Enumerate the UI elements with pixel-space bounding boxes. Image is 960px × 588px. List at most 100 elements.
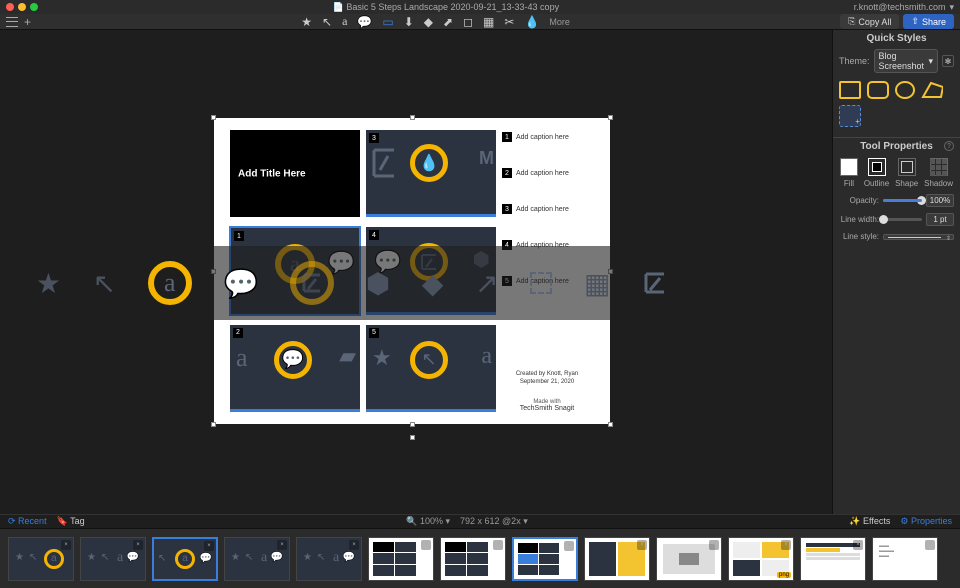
- floating-tool-overlay: ★ ↖ a 💬 ⬢ ◆ ↗ ▦: [0, 246, 704, 320]
- theme-dropdown[interactable]: Blog Screenshot▾: [874, 49, 938, 73]
- rotate-handle[interactable]: [410, 435, 415, 440]
- selection-tool[interactable]: ◻: [463, 15, 473, 29]
- resize-handle[interactable]: [608, 422, 613, 427]
- stamp-icon: ⬢: [366, 267, 390, 300]
- fill-property[interactable]: Fill: [840, 158, 858, 188]
- thumbnail[interactable]: ▬▬▬▬▬▬▬ ×: [872, 537, 938, 581]
- resize-handle[interactable]: [608, 115, 613, 120]
- chevron-down-icon: ▾: [949, 2, 954, 13]
- add-button[interactable]: +: [24, 15, 31, 29]
- tag-button[interactable]: 🔖 Tag: [57, 516, 85, 527]
- thumbnail[interactable]: ★↖ a 💬 ×: [224, 537, 290, 581]
- file-icon: 📄: [333, 2, 347, 12]
- callout-tool[interactable]: 💬: [357, 15, 372, 29]
- caption-2[interactable]: Add caption here: [516, 170, 569, 177]
- share-button[interactable]: ⇧Share: [903, 14, 954, 29]
- quick-ellipse[interactable]: [895, 81, 915, 99]
- linewidth-value[interactable]: 1 pt: [926, 213, 954, 226]
- canvas[interactable]: Add Title Here 3 💧 M 1Add caption here 2…: [0, 30, 832, 514]
- step-tile-2[interactable]: 2 a 💬 ▰: [230, 325, 360, 412]
- step-tile-5[interactable]: 5 ★ ↖ a: [366, 325, 496, 412]
- thumbnail[interactable]: ×: [440, 537, 506, 581]
- thumbnail[interactable]: ★↖ a ×: [8, 537, 74, 581]
- thumbnail-tray: ★↖ a × ★↖ a 💬 × ↖ a 💬 × ★↖ a 💬 × ★↖ a 💬 …: [0, 528, 960, 588]
- arrow-tool[interactable]: ↖: [322, 15, 332, 29]
- thumbnail[interactable]: ×: [800, 537, 866, 581]
- caption-1[interactable]: Add caption here: [516, 134, 569, 141]
- step-badge: 3: [369, 133, 379, 143]
- account-menu[interactable]: r.knott@techsmith.com▾: [854, 2, 954, 13]
- effects-button[interactable]: ✨ Effects: [849, 516, 890, 527]
- quick-rounded-rect[interactable]: [867, 81, 889, 99]
- menu-button[interactable]: [6, 17, 18, 27]
- properties-button[interactable]: ⚙ Properties: [900, 516, 952, 527]
- resize-handle[interactable]: [410, 422, 415, 427]
- linewidth-label: Line width:: [839, 215, 879, 224]
- step-tile-3[interactable]: 3 💧 M: [366, 130, 496, 217]
- opacity-label: Opacity:: [839, 196, 879, 205]
- share-icon: ⇧: [911, 16, 919, 27]
- brand: TechSmith Snagit: [502, 405, 592, 412]
- thumbnail[interactable]: ×: [656, 537, 722, 581]
- copy-all-button[interactable]: ⎘Copy All: [840, 14, 899, 29]
- outline-property[interactable]: Outline: [864, 158, 889, 188]
- resize-handle[interactable]: [211, 422, 216, 427]
- quick-polygon[interactable]: [921, 81, 943, 99]
- fill-icon: ◆: [422, 267, 444, 300]
- quick-rect[interactable]: [839, 81, 861, 99]
- thumbnail[interactable]: ★↖ a 💬 ×: [80, 537, 146, 581]
- dimensions[interactable]: 792 x 612 @2x ▾: [460, 516, 528, 527]
- thumbnail-selected[interactable]: ×: [512, 537, 578, 581]
- move-tool[interactable]: ⬈: [443, 15, 453, 29]
- thumbnail[interactable]: ×: [584, 537, 650, 581]
- thumbnail[interactable]: ×: [368, 537, 434, 581]
- theme-label: Theme:: [839, 56, 870, 66]
- credit: Created by Knott, RyanSeptember 21, 2020: [502, 371, 592, 387]
- shadow-property[interactable]: Shadow: [924, 158, 953, 188]
- text-tool[interactable]: a: [342, 14, 347, 29]
- close-window[interactable]: [6, 3, 14, 11]
- crop-icon: [642, 270, 668, 296]
- more-tools[interactable]: More: [549, 17, 570, 27]
- blur-tool[interactable]: ▦: [483, 15, 494, 29]
- window-controls[interactable]: [6, 3, 38, 11]
- resize-handle[interactable]: [410, 115, 415, 120]
- thumbnail[interactable]: png ×: [728, 537, 794, 581]
- cursor-icon: ↗: [475, 267, 498, 300]
- shape-property[interactable]: Shape: [895, 158, 918, 188]
- linestyle-dropdown[interactable]: ⇕: [883, 234, 954, 240]
- side-panel: Quick Styles Theme: Blog Screenshot▾ ✻ +…: [832, 30, 960, 514]
- highlighted-text-icon: a: [148, 261, 192, 305]
- search-icon: 🔍: [406, 516, 417, 526]
- quick-styles-grid: +: [833, 75, 960, 133]
- recent-button[interactable]: ⟳ Recent: [8, 516, 47, 527]
- help-icon[interactable]: ?: [944, 141, 954, 151]
- simplify-tool[interactable]: ✂: [504, 15, 514, 29]
- quick-add[interactable]: +: [839, 105, 861, 127]
- linewidth-slider[interactable]: [883, 218, 922, 221]
- close-icon[interactable]: ×: [61, 540, 71, 550]
- fill-tool[interactable]: ◆: [424, 15, 433, 29]
- document-title: 📄 Basic 5 Steps Landscape 2020-09-21_13-…: [38, 2, 854, 13]
- status-bar: ⟳ Recent 🔖 Tag 🔍 100% ▾ 792 x 612 @2x ▾ …: [0, 514, 960, 528]
- thumbnail-selected[interactable]: ↖ a 💬 ×: [152, 537, 218, 581]
- title-tile[interactable]: Add Title Here: [230, 130, 360, 217]
- shape-tool[interactable]: ▭: [382, 15, 393, 29]
- favorite-tool[interactable]: ★: [301, 15, 312, 29]
- arrow-icon: ↖: [93, 267, 116, 300]
- thumbnail[interactable]: ★↖ a 💬 ×: [296, 537, 362, 581]
- caption-3[interactable]: Add caption here: [516, 206, 569, 213]
- theme-settings[interactable]: ✻: [942, 55, 954, 67]
- minimize-window[interactable]: [18, 3, 26, 11]
- stamp-tool[interactable]: ⬇: [404, 15, 414, 29]
- zoom-control[interactable]: 🔍 100% ▾: [406, 516, 450, 527]
- toolbar: + ★ ↖ a 💬 ▭ ⬇ ◆ ⬈ ◻ ▦ ✂ 💧 More ⎘Copy All…: [0, 14, 960, 30]
- titlebar: 📄 Basic 5 Steps Landscape 2020-09-21_13-…: [0, 0, 960, 14]
- opacity-value[interactable]: 100%: [926, 194, 954, 207]
- maximize-window[interactable]: [30, 3, 38, 11]
- opacity-slider[interactable]: [883, 199, 922, 202]
- magic-tool[interactable]: 💧: [524, 15, 539, 29]
- quick-styles-title: Quick Styles: [833, 30, 960, 47]
- resize-handle[interactable]: [211, 115, 216, 120]
- image-icon: ▦: [584, 267, 610, 300]
